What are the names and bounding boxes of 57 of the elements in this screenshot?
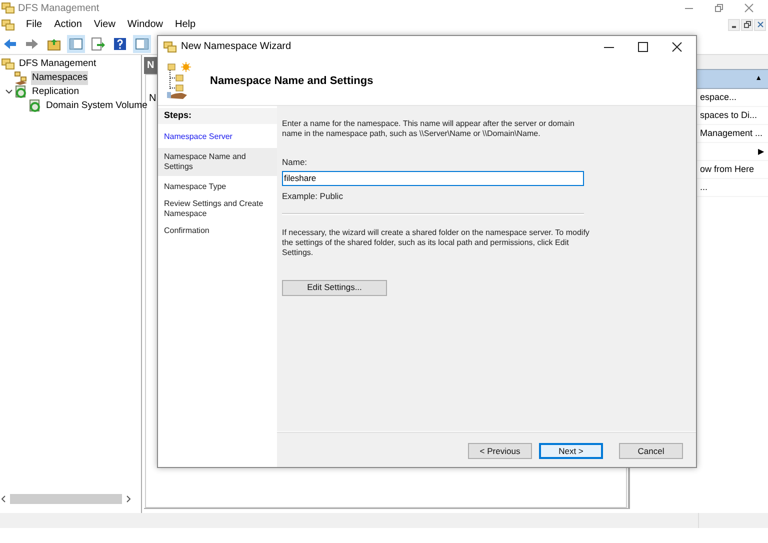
folders-icon [1,57,15,71]
close-button[interactable] [754,18,766,30]
dialog-button[interactable]: < Previous [468,443,532,459]
dialog-button[interactable]: Next > [539,443,603,459]
wizard-step[interactable]: Confirmation [158,220,277,242]
app-icon [1,18,15,32]
close-icon [756,21,764,28]
instruction-text: Enter a name for the namespace. This name will appear after the server or domain name in the namespace path, such as \\Server\Name or \\Domain\Name. [282,119,576,139]
menu-item[interactable]: File [20,17,48,32]
submenu-arrow-icon[interactable]: ▶ [758,146,764,158]
replication-icon [14,85,28,99]
replication-icon [28,99,42,113]
restore-icon[interactable] [714,3,724,13]
field-label: Name: [282,156,308,169]
scrollbar-thumb[interactable] [10,494,122,504]
action-link[interactable]: Management ... [700,126,763,140]
action-link[interactable]: ... [700,180,708,194]
namespace-wizard-icon [166,62,192,100]
menu-item[interactable]: Help [169,17,202,32]
dialog-title: New Namespace Wizard [181,40,292,54]
wizard-step[interactable]: Namespace Type [158,176,277,198]
steps-heading: Steps: [164,109,192,122]
menu-item[interactable]: Action [48,17,88,32]
window-title: DFS Management [18,2,100,16]
minimize-icon [731,26,737,28]
namespace-icon [14,71,28,85]
tree-item[interactable]: Domain System Volume [45,98,148,114]
wizard-step[interactable]: Review Settings and Create Namespace [158,198,277,220]
close-icon[interactable] [672,42,682,52]
wizard-step[interactable]: Namespace Name and Settings [158,148,277,176]
menu-item[interactable]: View [88,17,122,32]
action-link[interactable]: ow from Here [700,162,754,176]
panel-text: N [149,93,156,104]
tree-item[interactable]: DFS Management [18,56,98,72]
wizard-heading: Namespace Name and Settings [210,74,374,89]
maximize-icon[interactable] [638,42,648,52]
panel-icon[interactable] [133,34,151,52]
tree-item[interactable]: Namespaces [31,70,88,86]
panel-title: N [147,59,154,73]
name-field[interactable]: fileshare [282,170,584,186]
export-icon[interactable] [89,34,107,52]
restore-button[interactable] [741,18,753,30]
example-text: Example: Public [282,190,344,202]
menu-item[interactable]: Window [121,17,169,32]
edit-settings-button[interactable]: Edit Settings... [282,280,387,296]
note-text: If necessary, the wizard will create a shared folder on the namespace server. To modify the settings of the shared folder, such as its local path and permissions, click Edit Settings. [282,228,590,258]
action-link[interactable]: espace... [700,90,737,104]
dialog-button[interactable]: Cancel [619,443,683,459]
tree-item[interactable]: Replication [31,84,80,100]
restore-icon [744,21,750,28]
chevron-icon[interactable] [5,89,13,95]
app-icon [163,40,177,54]
app-icon [1,1,15,15]
wizard-step[interactable]: Namespace Server [158,126,277,148]
action-link[interactable]: spaces to Di... [700,108,758,122]
panel-icon[interactable] [67,34,85,52]
minimize-button[interactable] [728,18,740,30]
